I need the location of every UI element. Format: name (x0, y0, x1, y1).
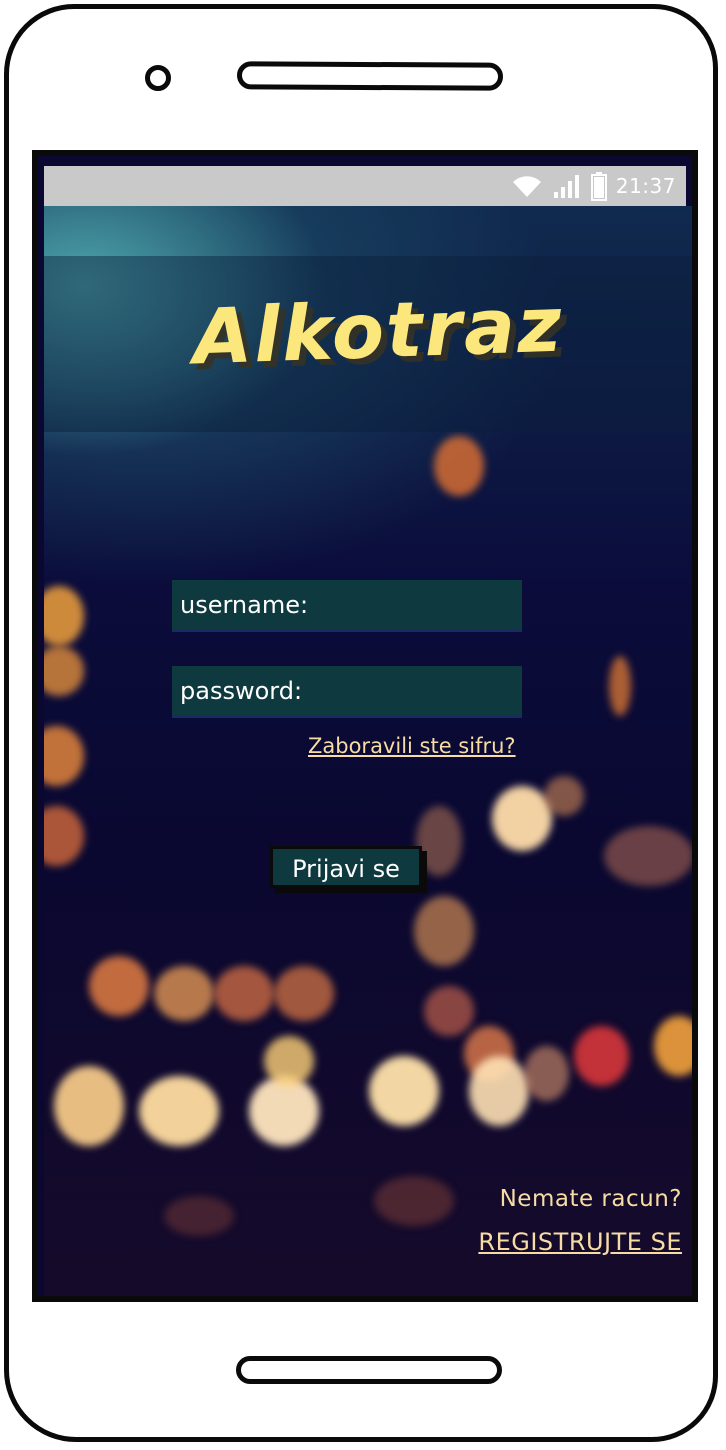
phone-screen: 21:37 Alkotraz username: password: Zabor… (32, 150, 698, 1302)
home-button (236, 1356, 502, 1384)
status-bar: 21:37 (44, 166, 686, 206)
battery-icon (590, 172, 607, 201)
no-account-label: Nemate racun? (499, 1186, 682, 1212)
username-field[interactable]: username: (172, 580, 522, 632)
status-time: 21:37 (615, 174, 676, 198)
speaker-grille-icon (236, 61, 504, 91)
phone-mockup: 21:37 Alkotraz username: password: Zabor… (0, 0, 726, 1450)
password-field[interactable]: password: (172, 666, 522, 718)
forgot-password-link[interactable]: Zaboravili ste sifru? (308, 734, 516, 758)
app-logo: Alkotraz (191, 279, 565, 382)
wifi-icon (512, 176, 541, 197)
front-camera-icon (145, 65, 171, 91)
signal-icon (553, 175, 579, 198)
login-button[interactable]: Prijavi se (270, 846, 422, 888)
register-link[interactable]: REGISTRUJTE SE (478, 1228, 682, 1256)
